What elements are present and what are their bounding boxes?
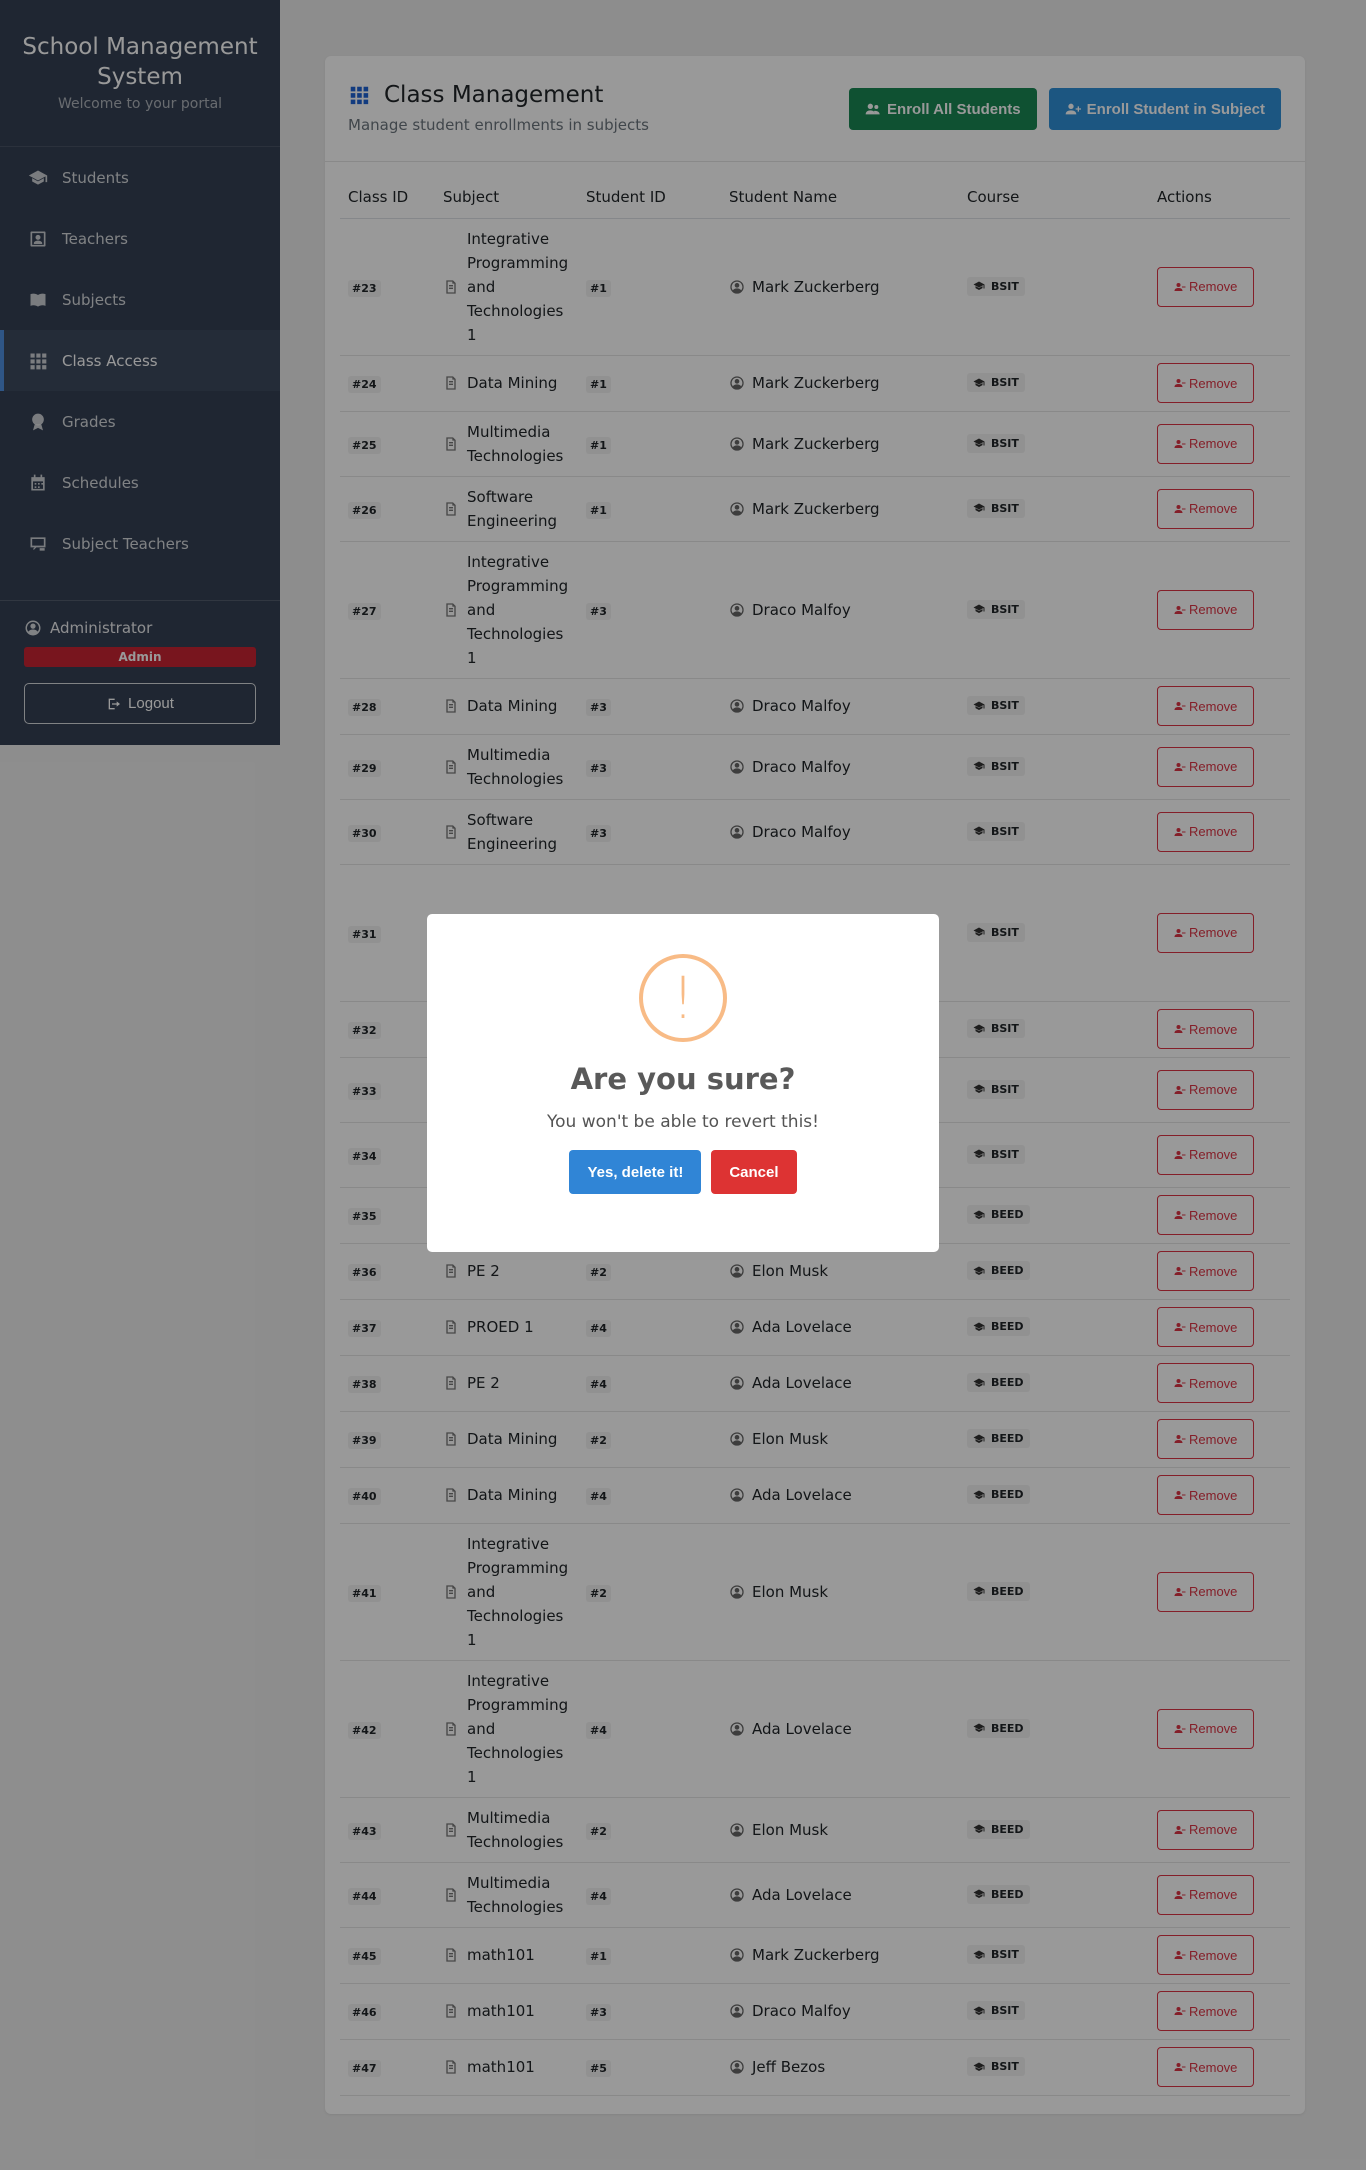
- dialog-title: Are you sure?: [570, 1062, 796, 1096]
- cancel-button[interactable]: Cancel: [711, 1150, 797, 1194]
- confirm-delete-button[interactable]: Yes, delete it!: [569, 1150, 702, 1194]
- dialog-actions: Yes, delete it! Cancel: [427, 1150, 939, 1194]
- warning-icon: !: [639, 954, 727, 1042]
- confirm-dialog: ! Are you sure? You won't be able to rev…: [427, 914, 939, 1252]
- dialog-text: You won't be able to revert this!: [547, 1112, 819, 1132]
